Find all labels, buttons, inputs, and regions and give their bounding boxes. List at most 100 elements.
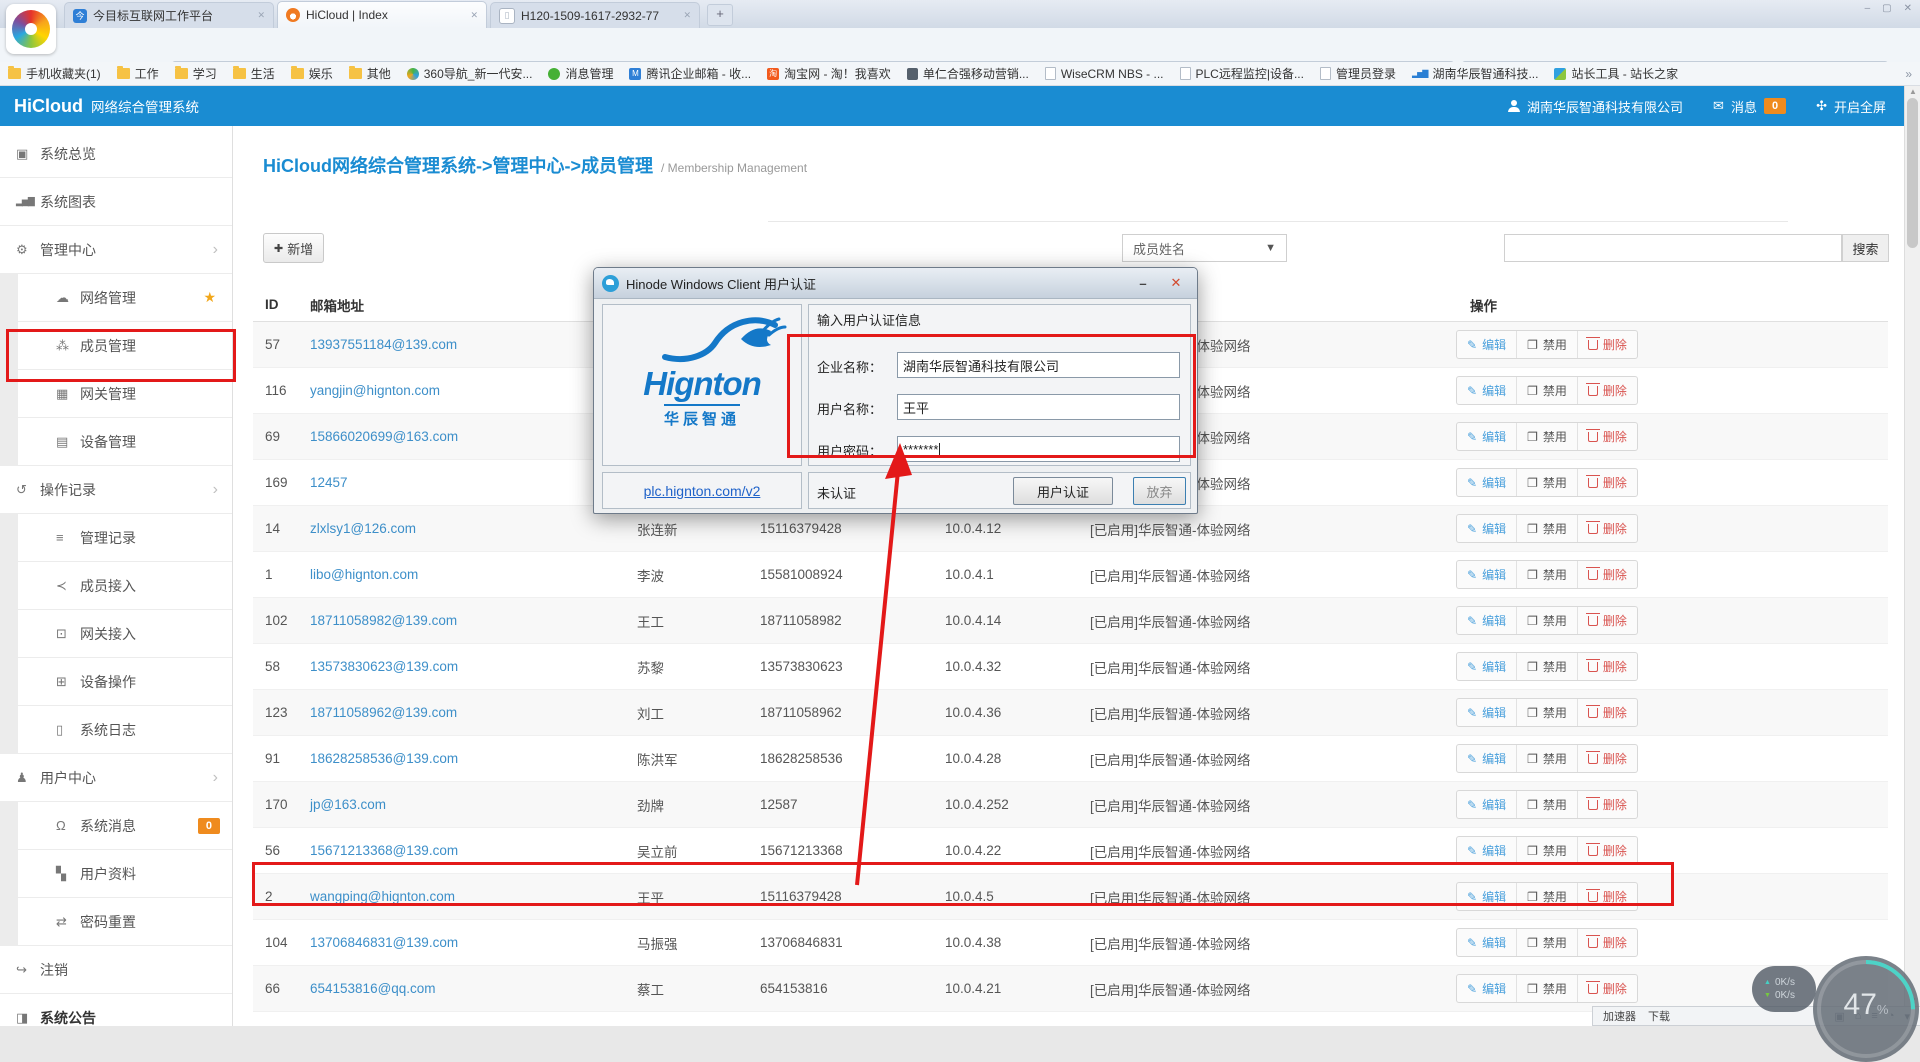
cancel-button[interactable]: 放弃 [1133,477,1186,505]
sidebar-item-file-lines[interactable]: ≡管理记录 [0,514,232,562]
disable-button[interactable]: ❐禁用 [1516,515,1577,542]
sidebar-item-calendar[interactable]: ▤设备管理 [0,418,232,466]
download-label[interactable]: 下载 [1648,1008,1670,1024]
member-email-link[interactable]: 18711058982@139.com [298,613,625,628]
authenticate-button[interactable]: 用户认证 [1013,477,1113,505]
sidebar-item-bell[interactable]: Ω系统消息0 [0,802,232,850]
bookmark-item[interactable]: PLC远程监控|设备... [1180,65,1304,82]
member-email-link[interactable]: 13573830623@139.com [298,659,625,674]
disable-button[interactable]: ❐禁用 [1516,607,1577,634]
minimize-icon[interactable]: – [1130,276,1156,291]
tab-h120[interactable]: ▯ H120-1509-1617-2932-77 ✕ [490,2,700,28]
member-email-link[interactable]: 18628258536@139.com [298,751,625,766]
browser-logo[interactable] [6,4,56,54]
edit-button[interactable]: ✎编辑 [1457,377,1516,404]
edit-button[interactable]: ✎编辑 [1457,975,1516,1002]
member-search-input[interactable] [1504,234,1842,262]
sidebar-item-chart[interactable]: ▂▅▇系统图表 [0,178,232,226]
edit-button[interactable]: ✎编辑 [1457,331,1516,358]
minimize-icon[interactable]: – [1865,3,1871,14]
disable-button[interactable]: ❐禁用 [1516,469,1577,496]
disable-button[interactable]: ❐禁用 [1516,331,1577,358]
edit-button[interactable]: ✎编辑 [1457,837,1516,864]
disable-button[interactable]: ❐禁用 [1516,929,1577,956]
sidebar-item-users[interactable]: ♟用户中心› [0,754,232,802]
bookmark-item[interactable]: 手机收藏夹(1) [8,65,101,82]
bookmark-item[interactable]: 娱乐 [291,65,333,82]
bookmark-item[interactable]: ▂▅▇湖南华辰智通科技... [1412,65,1538,82]
edit-button[interactable]: ✎编辑 [1457,561,1516,588]
member-email-link[interactable]: 12457 [298,475,625,490]
maximize-icon[interactable]: ▢ [1882,3,1891,14]
member-email-link[interactable]: 13937551184@139.com [298,337,625,352]
disable-button[interactable]: ❐禁用 [1516,377,1577,404]
delete-button[interactable]: 删除 [1577,607,1637,634]
member-search-button[interactable]: 搜索 [1842,234,1889,262]
delete-button[interactable]: 删除 [1577,423,1637,450]
header-company[interactable]: 湖南华辰智通科技有限公司 [1508,97,1683,116]
edit-button[interactable]: ✎编辑 [1457,791,1516,818]
scrollbar-thumb[interactable] [1907,98,1918,248]
delete-button[interactable]: 删除 [1577,469,1637,496]
sidebar-item-history[interactable]: ↺操作记录› [0,466,232,514]
header-messages[interactable]: ✉ 消息 0 [1713,97,1786,116]
edit-button[interactable]: ✎编辑 [1457,653,1516,680]
member-email-link[interactable]: zlxlsy1@126.com [298,521,625,536]
member-email-link[interactable]: 654153816@qq.com [298,981,625,996]
disable-button[interactable]: ❐禁用 [1516,837,1577,864]
member-email-link[interactable]: libo@hignton.com [298,567,625,582]
sidebar-item-share-square[interactable]: ⊡网关接入 [0,610,232,658]
bookmark-item[interactable]: 淘宝网 - 淘！我喜欢 [767,65,891,82]
disable-button[interactable]: ❐禁用 [1516,745,1577,772]
page-scrollbar[interactable]: ▲ ▼ [1904,86,1920,1006]
hignton-link[interactable]: plc.hignton.com/v2 [644,483,761,499]
add-member-button[interactable]: ✚ 新增 [263,233,324,263]
member-email-link[interactable]: 15671213368@139.com [298,843,625,858]
bookmark-item[interactable]: WiseCRM NBS - ... [1045,67,1164,81]
tab-hicloud[interactable]: HiCloud | Index ✕ [277,1,487,28]
delete-button[interactable]: 删除 [1577,699,1637,726]
close-icon[interactable]: ✕ [1904,3,1912,14]
close-tab-icon[interactable]: ✕ [257,10,265,21]
sidebar-item-cloud[interactable]: ☁网络管理★ [0,274,232,322]
filter-dropdown[interactable]: 成员姓名 ▼ [1122,234,1287,262]
member-email-link[interactable]: 15866020699@163.com [298,429,625,444]
scroll-up-icon[interactable]: ▲ [1905,87,1920,96]
memory-usage-widget[interactable]: 47 % [1813,956,1919,1062]
delete-button[interactable]: 删除 [1577,837,1637,864]
sidebar-item-monitor[interactable]: ▣系统总览 [0,130,232,178]
edit-button[interactable]: ✎编辑 [1457,929,1516,956]
header-fullscreen[interactable]: ✣ 开启全屏 [1816,97,1886,116]
disable-button[interactable]: ❐禁用 [1516,561,1577,588]
delete-button[interactable]: 删除 [1577,745,1637,772]
dialog-titlebar[interactable]: Hinode Windows Client 用户认证 – ✕ [594,268,1197,299]
delete-button[interactable]: 删除 [1577,929,1637,956]
member-email-link[interactable]: yangjin@hignton.com [298,383,625,398]
new-tab-button[interactable]: + [707,4,733,26]
edit-button[interactable]: ✎编辑 [1457,699,1516,726]
bookmark-item[interactable]: 站长工具 - 站长之家 [1554,65,1678,82]
sidebar-item-file[interactable]: ▯系统日志 [0,706,232,754]
delete-button[interactable]: 删除 [1577,515,1637,542]
bookmark-item[interactable]: 其他 [349,65,391,82]
sidebar-item-announce[interactable]: ◨系统公告 [0,994,232,1026]
disable-button[interactable]: ❐禁用 [1516,653,1577,680]
disable-button[interactable]: ❐禁用 [1516,975,1577,1002]
disable-button[interactable]: ❐禁用 [1516,699,1577,726]
bookmarks-overflow-icon[interactable]: » [1905,67,1912,81]
bookmark-item[interactable]: 管理员登录 [1320,65,1396,82]
edit-button[interactable]: ✎编辑 [1457,607,1516,634]
close-tab-icon[interactable]: ✕ [683,10,691,21]
bookmark-item[interactable]: 单仁合强移动营销... [907,65,1029,82]
sidebar-item-gears[interactable]: ⚙管理中心› [0,226,232,274]
edit-button[interactable]: ✎编辑 [1457,745,1516,772]
close-icon[interactable]: ✕ [1163,275,1189,291]
bookmark-item[interactable]: 学习 [175,65,217,82]
accelerator-label[interactable]: 加速器 [1603,1008,1636,1024]
member-email-link[interactable]: 18711058962@139.com [298,705,625,720]
disable-button[interactable]: ❐禁用 [1516,423,1577,450]
delete-button[interactable]: 删除 [1577,331,1637,358]
delete-button[interactable]: 删除 [1577,561,1637,588]
edit-button[interactable]: ✎编辑 [1457,515,1516,542]
delete-button[interactable]: 删除 [1577,791,1637,818]
